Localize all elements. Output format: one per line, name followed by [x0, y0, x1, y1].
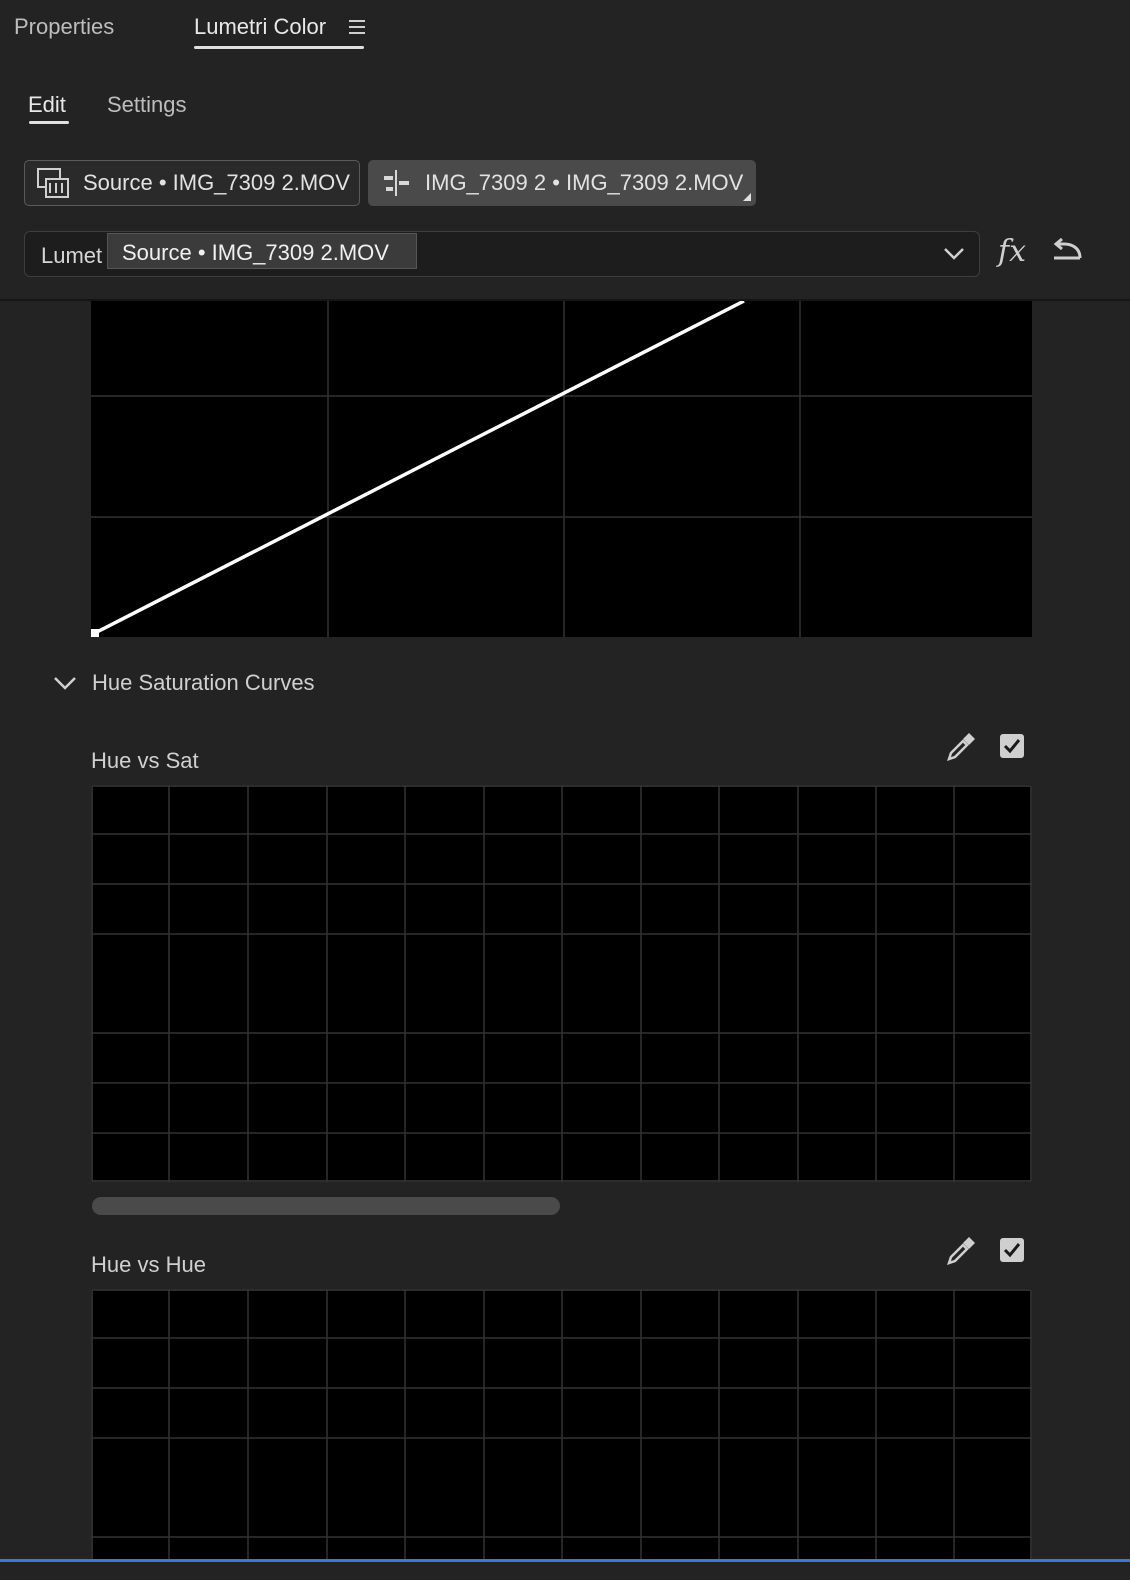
- panel-focus-edge: [0, 1559, 1130, 1562]
- sequence-icon: [381, 168, 411, 198]
- hue-saturation-curves-header[interactable]: Hue Saturation Curves: [52, 670, 315, 696]
- hue-vs-hue-checkbox[interactable]: [1000, 1238, 1024, 1262]
- tab-properties[interactable]: Properties: [14, 14, 114, 40]
- hue-vs-hue-svg: [91, 1289, 1032, 1571]
- corner-indicator-icon: [743, 193, 751, 201]
- fx-icon[interactable]: fx: [998, 234, 1026, 269]
- tab-settings[interactable]: Settings: [107, 92, 187, 118]
- hue-vs-sat-graph[interactable]: [91, 785, 1032, 1182]
- tooltip: Source • IMG_7309 2.MOV: [107, 233, 417, 269]
- rgb-curve-line: [94, 299, 745, 635]
- curve-endpoint-handle: [91, 629, 99, 637]
- effect-dropdown-value: Lumet: [41, 243, 103, 268]
- tab-edit[interactable]: Edit: [28, 92, 66, 118]
- active-subtab-indicator: [29, 121, 69, 124]
- chevron-down-icon: [54, 677, 76, 690]
- hue-vs-sat-svg: [91, 785, 1032, 1182]
- checkmark-icon: [1003, 1243, 1021, 1258]
- rgb-curve-graph[interactable]: [91, 299, 1032, 637]
- source-clip-label: Source • IMG_7309 2.MOV: [83, 170, 350, 195]
- active-tab-indicator: [194, 46, 364, 49]
- sequence-clip-button[interactable]: IMG_7309 2 • IMG_7309 2.MOV: [368, 160, 756, 206]
- eyedropper-icon[interactable]: [945, 1235, 977, 1272]
- hue-vs-sat-label: Hue vs Sat: [91, 748, 199, 773]
- hue-vs-sat-checkbox[interactable]: [1000, 734, 1024, 758]
- reset-icon[interactable]: [1050, 237, 1084, 271]
- chevron-down-icon[interactable]: [943, 245, 965, 266]
- source-clip-button[interactable]: Source • IMG_7309 2.MOV: [24, 160, 360, 206]
- tab-lumetri-color[interactable]: Lumetri Color: [194, 14, 326, 40]
- rgb-curve-svg: [91, 299, 1032, 637]
- checkmark-icon: [1003, 739, 1021, 754]
- scrollbar[interactable]: [92, 1197, 560, 1215]
- hue-vs-hue-label: Hue vs Hue: [91, 1252, 206, 1277]
- hue-vs-hue-graph[interactable]: [91, 1289, 1032, 1571]
- sequence-clip-label: IMG_7309 2 • IMG_7309 2.MOV: [425, 170, 744, 195]
- eyedropper-icon[interactable]: [945, 731, 977, 768]
- panel-menu-icon[interactable]: [349, 20, 365, 34]
- film-clip-icon: [37, 168, 69, 198]
- section-title: Hue Saturation Curves: [92, 670, 315, 695]
